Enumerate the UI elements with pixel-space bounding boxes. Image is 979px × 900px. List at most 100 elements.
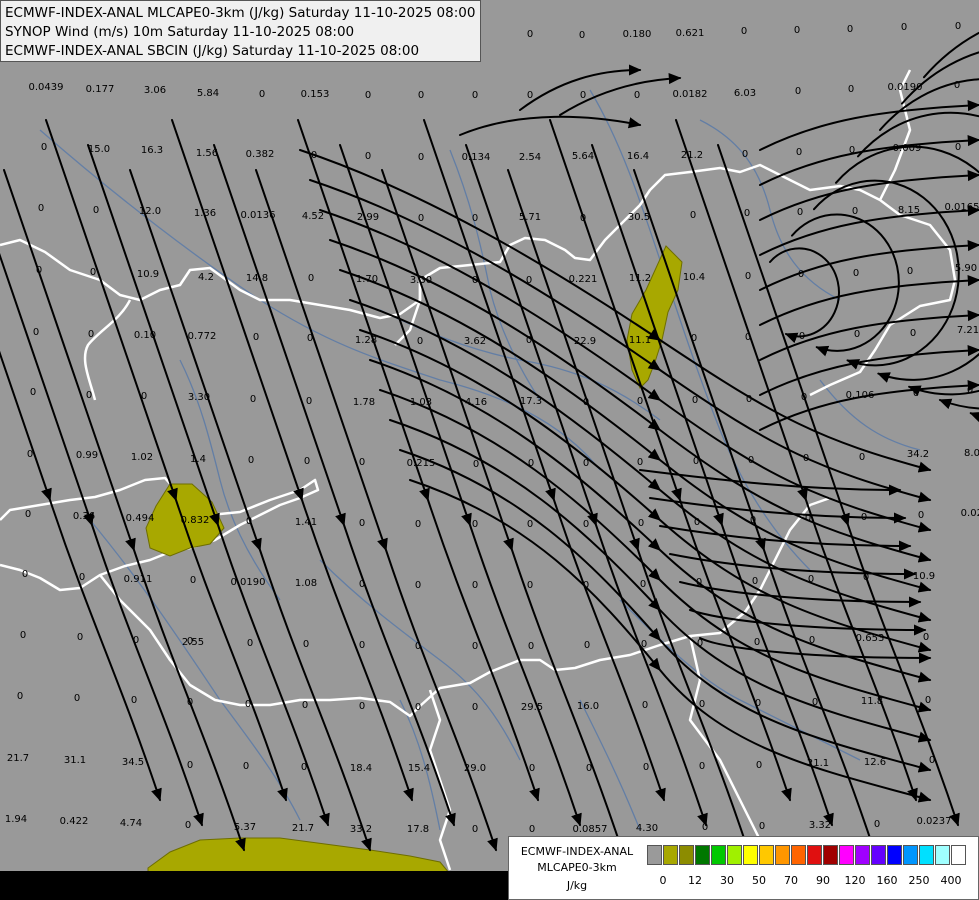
header-line-wind: SYNOP Wind (m/s) 10m Saturday 11-10-2025… (5, 24, 355, 40)
cin-value-label: 4.74 (120, 818, 142, 829)
cin-value-label: 17.3 (520, 396, 542, 407)
cin-value-label: 0 (808, 574, 814, 585)
cin-value-label: 0 (472, 213, 478, 224)
cin-value-label: 2.55 (182, 637, 204, 648)
cin-value-label: 0 (637, 457, 643, 468)
cin-value-label: 0.215 (407, 458, 436, 469)
cin-value-label: 0 (809, 635, 815, 646)
cin-value-label: 0 (472, 824, 478, 835)
cin-value-label: 33.2 (350, 824, 372, 835)
cin-value-label: 0 (306, 396, 312, 407)
cin-value-label: 3.32 (809, 820, 831, 831)
cin-value-label: 0 (528, 641, 534, 652)
cin-value-label: 21.2 (681, 150, 703, 161)
cin-value-label: 1.56 (196, 148, 218, 159)
cin-value-label: 0 (74, 693, 80, 704)
cin-value-label: 0 (527, 580, 533, 591)
cin-value-label: 0 (245, 699, 251, 710)
cin-value-label: 30.5 (628, 212, 650, 223)
cin-value-label: 0 (187, 697, 193, 708)
wind-cape-map: 0.0439 0.177 3.06 5.84 0 0.153 0 0 0 0 0 0 0.0182 6.0… (0, 0, 979, 900)
cin-value-label: 0 (86, 390, 92, 401)
cin-value-label: 17.8 (407, 824, 429, 835)
cin-value-label: 0 (925, 695, 931, 706)
cin-value-label: 1.70 (356, 274, 378, 285)
legend-tick-label: 12 (688, 874, 702, 887)
cin-value-label: 0 (853, 268, 859, 279)
cin-value-label: 0 (641, 639, 647, 650)
cin-value-label: 0 (526, 335, 532, 346)
cin-value-label: 0 (918, 510, 924, 521)
cin-value-label: 0.221 (569, 274, 598, 285)
cin-value-label: 10.4 (683, 272, 705, 283)
cin-value-label: 0 (746, 394, 752, 405)
cin-value-label: 3.30 (410, 275, 432, 286)
cin-value-label: 0 (801, 392, 807, 403)
cin-value-label: 0 (365, 90, 371, 101)
cin-value-label: 0.009 (893, 143, 922, 154)
cin-value-label: 1.02 (131, 452, 153, 463)
legend-tick-label: 0 (659, 874, 667, 887)
cin-value-label: 0 (955, 21, 961, 32)
cin-value-label: 0 (907, 266, 913, 277)
legend-tick-label: 400 (940, 874, 962, 887)
cin-value-label: 16.3 (141, 145, 163, 156)
legend-swatch (903, 845, 918, 865)
cin-value-label: 5.64 (572, 151, 594, 162)
cin-value-label: 0 (692, 395, 698, 406)
legend-swatch (663, 845, 678, 865)
cin-value-label: 0 (359, 701, 365, 712)
legend: ECMWF-INDEX-ANAL MLCAPE0-3km J/kg 0 12 30 5… (508, 836, 979, 900)
legend-tick-label: 90 (816, 874, 830, 887)
cin-value-label: 0 (527, 29, 533, 40)
cin-value-label: 0 (418, 90, 424, 101)
cin-value-label: 0 (584, 640, 590, 651)
cin-value-label: 1.78 (353, 397, 375, 408)
cin-value-label: 0 (874, 819, 880, 830)
cin-value-label: 0 (526, 275, 532, 286)
legend-title-param: MLCAPE0-3km (537, 861, 617, 874)
cin-value-label: 0 (913, 388, 919, 399)
cin-value-label: 0.653 (856, 633, 885, 644)
legend-swatch (759, 845, 774, 865)
cin-value-label: 0 (910, 328, 916, 339)
cin-value-label: 4.30 (636, 823, 658, 834)
cin-value-label: 0 (415, 519, 421, 530)
cin-value-label: 0 (90, 267, 96, 278)
cin-value-label: 0 (359, 579, 365, 590)
cin-value-label: 0 (745, 332, 751, 343)
cin-value-label: 18.4 (350, 763, 372, 774)
cin-value-label: 0 (472, 702, 478, 713)
cin-value-label: 0.36 (73, 511, 95, 522)
cin-value-label: 14.8 (246, 273, 268, 284)
legend-tick-label: 70 (784, 874, 798, 887)
cin-value-label: 0.832 (181, 515, 210, 526)
cin-value-label: 0 (528, 458, 534, 469)
cin-value-label: 0 (131, 695, 137, 706)
cin-value-label: 31.1 (64, 755, 86, 766)
cin-value-label: 0.772 (188, 331, 217, 342)
cin-value-label: 0 (847, 24, 853, 35)
cin-value-label: 0 (741, 26, 747, 37)
cin-value-label: 0 (415, 641, 421, 652)
cin-value-label: 0.023 (961, 508, 979, 519)
cin-value-label: 0 (303, 639, 309, 650)
header-line-cape: ECMWF-INDEX-ANAL MLCAPE0-3km (J/kg) Satu… (5, 5, 476, 21)
legend-swatch (807, 845, 822, 865)
cin-value-label: 0 (699, 699, 705, 710)
cin-value-label: 0.0439 (29, 82, 64, 93)
cin-value-label: 0 (849, 145, 855, 156)
cin-value-label: 0 (307, 333, 313, 344)
cin-value-label: 0 (756, 760, 762, 771)
cin-value-label: 11.8 (861, 696, 883, 707)
cin-value-label: 0 (929, 755, 935, 766)
cin-value-label: 0.494 (126, 513, 155, 524)
cin-value-label: 0 (415, 702, 421, 713)
cin-value-label: 0 (744, 208, 750, 219)
cin-value-label: 16.4 (627, 151, 649, 162)
cin-value-label: 1.08 (295, 578, 317, 589)
cin-value-label: 22.9 (574, 336, 596, 347)
cin-value-label: 34.5 (122, 757, 144, 768)
cin-value-label: 1.03 (410, 397, 432, 408)
cin-value-label: 0.0182 (673, 89, 708, 100)
